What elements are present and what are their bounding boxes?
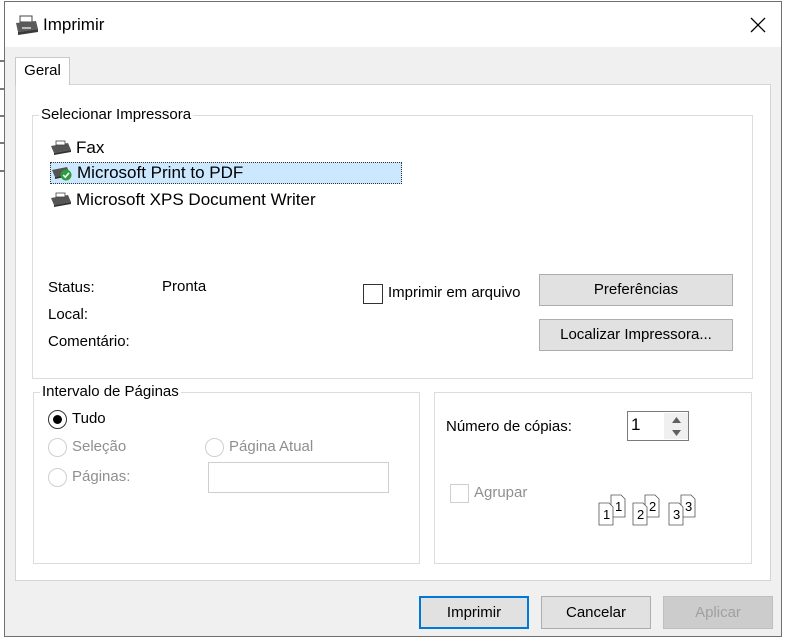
collate-digit: 2 — [637, 507, 645, 522]
printer-item-microsoft-print-to-pdf[interactable]: Microsoft Print to PDF — [50, 162, 402, 184]
pages-input[interactable] — [208, 462, 389, 493]
select-printer-group: Selecionar Impressora Fax Microsoft Prin… — [32, 106, 753, 379]
page-range-selection-radio[interactable] — [48, 438, 67, 457]
print-dialog: Imprimir Geral Selecionar Impressora Fax — [4, 1, 782, 637]
copies-decrement-button[interactable] — [664, 426, 688, 439]
page-range-all-radio[interactable] — [48, 410, 67, 429]
page-range-group: Intervalo de Páginas Tudo Seleção Página… — [33, 383, 420, 564]
copies-spinner[interactable]: 1 — [627, 411, 689, 441]
print-to-file-label[interactable]: Imprimir em arquivo — [388, 284, 521, 301]
collate-digit: 2 — [649, 499, 657, 514]
copies-input[interactable]: 1 — [631, 415, 640, 435]
preferences-button[interactable]: Preferências — [539, 274, 733, 306]
copies-label: Número de cópias: — [446, 418, 572, 435]
print-to-file-checkbox[interactable] — [363, 284, 383, 304]
tab-panel-geral: Selecionar Impressora Fax Microsoft Prin… — [15, 84, 771, 581]
collate-digit: 3 — [685, 499, 693, 514]
apply-button[interactable]: Aplicar — [663, 596, 773, 629]
printer-name: Fax — [76, 138, 105, 157]
printer-icon — [51, 192, 71, 207]
status-value: Pronta — [162, 278, 207, 295]
collate-digit: 1 — [603, 507, 611, 522]
collate-checkbox[interactable] — [450, 484, 469, 503]
collate-digit: 1 — [615, 499, 623, 514]
page-range-current-page-radio[interactable] — [205, 438, 224, 457]
page-range-current-page-label[interactable]: Página Atual — [229, 438, 313, 455]
copies-increment-button[interactable] — [664, 413, 688, 426]
close-button[interactable] — [735, 2, 781, 47]
local-label: Local: — [48, 306, 89, 323]
chevron-up-icon — [671, 416, 681, 423]
page-range-selection-label[interactable]: Seleção — [72, 438, 126, 455]
fax-icon — [51, 140, 71, 155]
page-range-pages-radio[interactable] — [48, 468, 67, 487]
collate-digit: 3 — [673, 507, 681, 522]
chevron-down-icon — [671, 429, 681, 436]
find-printer-button[interactable]: Localizar Impressora... — [539, 319, 733, 351]
close-icon — [750, 17, 766, 32]
status-label: Status: — [48, 279, 95, 296]
printer-name: Microsoft Print to PDF — [77, 163, 244, 182]
printer-icon — [16, 15, 38, 35]
select-printer-legend: Selecionar Impressora — [39, 106, 194, 123]
default-printer-icon — [52, 167, 72, 181]
page-range-pages-label[interactable]: Páginas: — [72, 468, 130, 485]
printer-item-fax[interactable]: Fax — [50, 137, 104, 159]
copies-group: Número de cópias: 1 Agrupar 1 1 2 2 3 3 — [434, 392, 752, 564]
printer-item-microsoft-xps-document-writer[interactable]: Microsoft XPS Document Writer — [50, 189, 316, 211]
page-range-all-label[interactable]: Tudo — [72, 410, 106, 427]
collate-illustration: 1 1 2 2 3 3 — [597, 493, 701, 527]
collate-label[interactable]: Agrupar — [474, 484, 527, 501]
tab-geral[interactable]: Geral — [15, 57, 70, 85]
page-range-legend: Intervalo de Páginas — [40, 383, 181, 400]
print-button[interactable]: Imprimir — [419, 596, 529, 629]
radio-selected-dot — [53, 415, 62, 424]
printer-name: Microsoft XPS Document Writer — [76, 190, 316, 209]
cancel-button[interactable]: Cancelar — [541, 596, 651, 629]
title-bar: Imprimir — [5, 2, 781, 47]
comment-label: Comentário: — [48, 333, 130, 350]
dialog-title: Imprimir — [43, 15, 105, 34]
